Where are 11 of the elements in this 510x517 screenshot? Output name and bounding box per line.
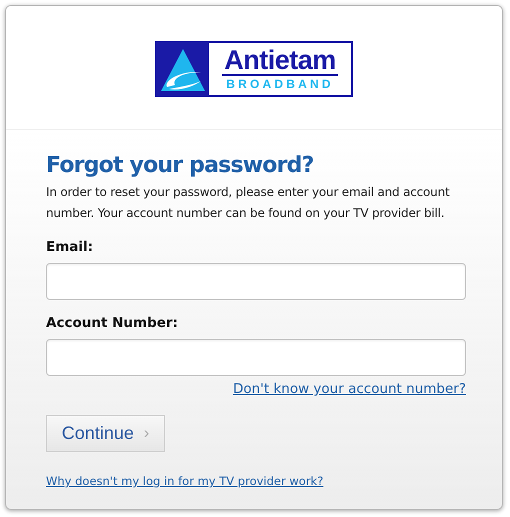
provider-help-link[interactable]: Why doesn't my log in for my TV provider work? (46, 474, 324, 488)
logo-tagline: BROADBAND (226, 76, 334, 92)
logo-name: Antietam (222, 46, 338, 76)
field-label: Email: (46, 238, 94, 256)
page-heading: Forgot your password? (46, 152, 315, 180)
instructions-text: In order to reset your password, please enter your email and account number. Your account number can be found on your TV provider bill. (46, 184, 450, 222)
account-help-link[interactable]: Don't know your account number? (232, 380, 466, 398)
input-field[interactable] (46, 263, 466, 300)
input-field[interactable] (46, 339, 466, 376)
continue-button[interactable]: Continue › (46, 415, 165, 452)
field-label: Account Number: (46, 314, 179, 332)
